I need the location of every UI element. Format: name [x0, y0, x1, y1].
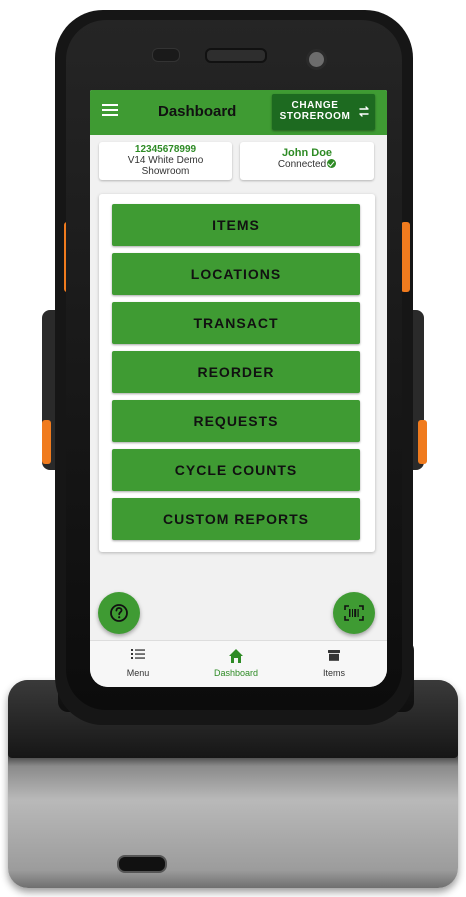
- front-camera: [306, 49, 327, 70]
- right-orange-key-bottom: [418, 420, 427, 464]
- nav-items[interactable]: Items: [294, 641, 374, 687]
- locations-button[interactable]: LOCATIONS: [112, 253, 360, 295]
- question-icon: [110, 604, 128, 622]
- storeroom-name-line2: Showroom: [141, 166, 190, 177]
- barcode-scan-button[interactable]: [333, 592, 375, 634]
- user-card: John Doe Connected: [240, 142, 374, 180]
- connection-status: Connected: [240, 159, 374, 171]
- storeroom-name-line1: V14 White Demo: [127, 155, 204, 166]
- cycle-counts-button[interactable]: CYCLE COUNTS: [112, 449, 360, 491]
- nav-items-label: Items: [322, 668, 345, 678]
- items-button[interactable]: ITEMS: [112, 204, 360, 246]
- app-bar: Dashboard CHANGE STOREROOM: [90, 90, 387, 135]
- box-icon: [328, 650, 340, 661]
- dashboard-menu-panel: ITEMS LOCATIONS TRANSACT REORDER REQUEST…: [99, 194, 375, 552]
- storeroom-id: 12345678999: [134, 144, 197, 155]
- help-button[interactable]: [98, 592, 140, 634]
- page-title: Dashboard: [158, 103, 237, 120]
- check-circle-icon: [327, 159, 337, 168]
- earpiece-speaker: [205, 48, 267, 63]
- transact-button[interactable]: TRANSACT: [112, 302, 360, 344]
- requests-button[interactable]: REQUESTS: [112, 400, 360, 442]
- list-icon: [131, 649, 145, 659]
- barcode-scan-icon: [344, 605, 364, 621]
- usb-c-port: [117, 855, 167, 873]
- nav-menu-label: Menu: [126, 668, 150, 678]
- nav-dashboard[interactable]: Dashboard: [196, 641, 276, 687]
- user-name: John Doe: [281, 147, 333, 159]
- connection-status-label: Connected: [277, 159, 327, 170]
- bottom-navigation: Menu Dashboard Items: [90, 640, 387, 687]
- custom-reports-button[interactable]: CUSTOM REPORTS: [112, 498, 360, 540]
- nav-dashboard-label: Dashboard: [213, 668, 259, 678]
- nav-menu[interactable]: Menu: [98, 641, 178, 687]
- swap-arrows-icon: [359, 106, 369, 117]
- change-storeroom-button[interactable]: CHANGE STOREROOM: [272, 94, 375, 130]
- hamburger-icon[interactable]: [102, 104, 118, 120]
- storeroom-card: 12345678999 V14 White Demo Showroom: [99, 142, 232, 180]
- right-orange-key-top: [401, 222, 410, 292]
- proximity-sensor: [152, 48, 180, 62]
- reorder-button[interactable]: REORDER: [112, 351, 360, 393]
- app-screen: Dashboard CHANGE STOREROOM 12345678999 V…: [90, 90, 387, 687]
- home-icon: [229, 649, 243, 663]
- left-orange-key-bottom: [42, 420, 51, 464]
- change-storeroom-label: CHANGE STOREROOM: [279, 100, 351, 122]
